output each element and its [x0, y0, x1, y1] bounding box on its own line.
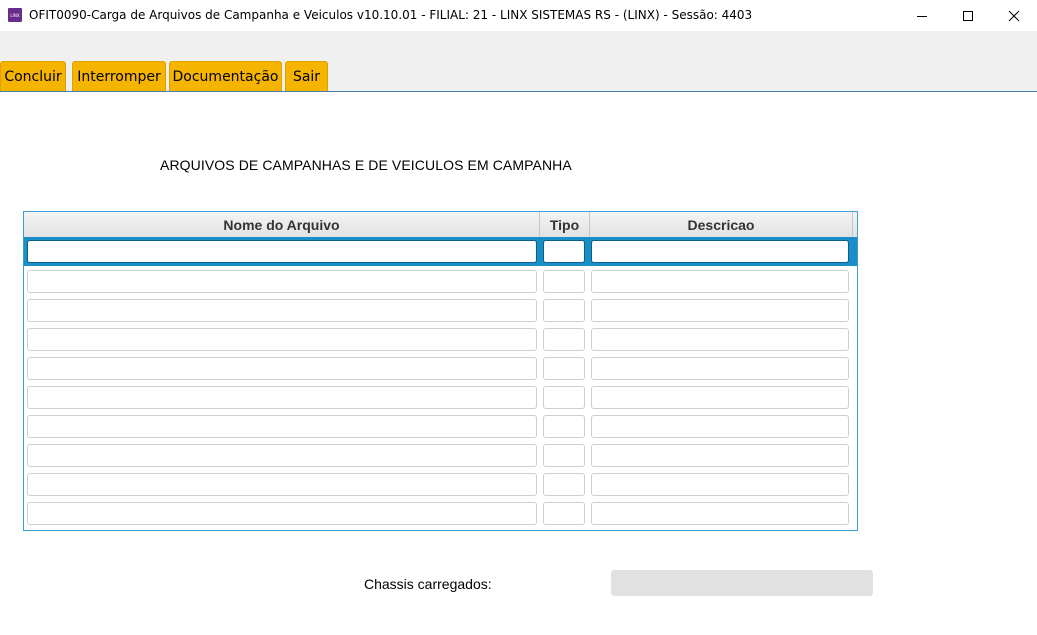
interromper-button[interactable]: Interromper [72, 61, 166, 91]
descricao-input[interactable] [591, 444, 849, 467]
column-header-tipo[interactable]: Tipo [540, 212, 590, 237]
table-row[interactable] [24, 237, 857, 266]
minimize-icon [917, 15, 927, 17]
concluir-button[interactable]: Concluir [0, 61, 66, 91]
column-header-nome-do-arquivo[interactable]: Nome do Arquivo [24, 212, 540, 237]
nome-do-arquivo-input[interactable] [27, 473, 537, 496]
files-table: Nome do Arquivo Tipo Descricao [23, 211, 858, 531]
tipo-input[interactable] [543, 240, 585, 263]
tipo-input[interactable] [543, 415, 585, 438]
table-row[interactable] [24, 441, 857, 470]
toolbar: Concluir Interromper Documentação Sair [0, 31, 1037, 92]
tipo-input[interactable] [543, 357, 585, 380]
nome-do-arquivo-input[interactable] [27, 502, 537, 525]
nome-do-arquivo-input[interactable] [27, 357, 537, 380]
window-title: OFIT0090-Carga de Arquivos de Campanha e… [29, 8, 753, 22]
title-bar: LINX OFIT0090-Carga de Arquivos de Campa… [0, 0, 1037, 31]
table-row[interactable] [24, 296, 857, 325]
table-row[interactable] [24, 412, 857, 441]
tipo-input[interactable] [543, 502, 585, 525]
tipo-input[interactable] [543, 386, 585, 409]
descricao-input[interactable] [591, 386, 849, 409]
chassis-label: Chassis carregados: [364, 576, 492, 592]
sair-button[interactable]: Sair [285, 61, 328, 91]
documentacao-button[interactable]: Documentação [169, 61, 282, 91]
tipo-input[interactable] [543, 444, 585, 467]
descricao-input[interactable] [591, 270, 849, 293]
nome-do-arquivo-input[interactable] [27, 444, 537, 467]
table-row[interactable] [24, 267, 857, 296]
descricao-input[interactable] [591, 357, 849, 380]
nome-do-arquivo-input[interactable] [27, 415, 537, 438]
descricao-input[interactable] [591, 415, 849, 438]
descricao-input[interactable] [591, 240, 849, 263]
nome-do-arquivo-input[interactable] [27, 270, 537, 293]
nome-do-arquivo-input[interactable] [27, 299, 537, 322]
table-row[interactable] [24, 499, 857, 528]
table-row[interactable] [24, 325, 857, 354]
descricao-input[interactable] [591, 328, 849, 351]
table-row[interactable] [24, 470, 857, 499]
tipo-input[interactable] [543, 473, 585, 496]
table-row[interactable] [24, 383, 857, 412]
chassis-count-field [611, 570, 873, 596]
descricao-input[interactable] [591, 299, 849, 322]
close-button[interactable] [991, 0, 1037, 31]
nome-do-arquivo-input[interactable] [27, 386, 537, 409]
table-header: Nome do Arquivo Tipo Descricao [24, 212, 857, 238]
app-logo-icon: LINX [8, 8, 22, 22]
minimize-button[interactable] [899, 0, 945, 31]
nome-do-arquivo-input[interactable] [27, 240, 537, 263]
column-header-descricao[interactable]: Descricao [590, 212, 853, 237]
table-row[interactable] [24, 354, 857, 383]
page-title: ARQUIVOS DE CAMPANHAS E DE VEICULOS EM C… [160, 157, 572, 173]
close-icon [1008, 10, 1020, 21]
tipo-input[interactable] [543, 328, 585, 351]
tipo-input[interactable] [543, 299, 585, 322]
maximize-icon [963, 10, 973, 21]
nome-do-arquivo-input[interactable] [27, 328, 537, 351]
tipo-input[interactable] [543, 270, 585, 293]
maximize-button[interactable] [945, 0, 991, 31]
descricao-input[interactable] [591, 502, 849, 525]
descricao-input[interactable] [591, 473, 849, 496]
